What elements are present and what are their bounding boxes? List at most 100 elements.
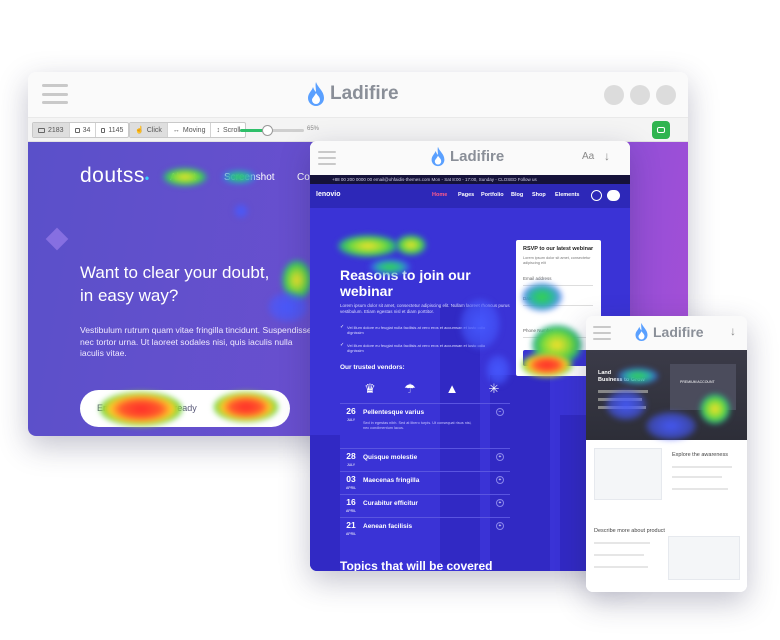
heat-spot	[234, 204, 248, 218]
mobile-hero-title: Land Business to Grow	[598, 370, 645, 383]
submit-button[interactable]	[523, 350, 593, 366]
expand-icon[interactable]: +	[496, 522, 504, 530]
tablet-icon	[74, 127, 80, 133]
vendor-logo-icon: ▲	[445, 381, 459, 396]
agenda-item[interactable]: 16 APRIL Curabitur efficitur +	[340, 494, 510, 516]
date-field[interactable]: Date	[523, 296, 593, 306]
rsvp-subtitle: Lorem ipsum dolor sit amet, consectetur …	[523, 256, 591, 265]
hero-button[interactable]	[598, 398, 642, 401]
product-screenshot	[668, 536, 740, 580]
device-mobile-button[interactable]: 1145	[96, 123, 128, 137]
tablet-site-preview: +88 00 200 0000 00 email@ohfaidis-themes…	[310, 175, 630, 571]
ladifire-logo: Ladifire	[306, 81, 399, 107]
font-size-icon[interactable]: Aa	[582, 151, 594, 162]
hero-button[interactable]	[598, 406, 646, 409]
agenda-title: Maecenas fringilla	[363, 477, 420, 484]
text-line	[594, 566, 648, 568]
nav-pages[interactable]: Pages	[458, 192, 474, 198]
window-button-2[interactable]	[630, 85, 650, 105]
opacity-slider-handle[interactable]	[262, 125, 273, 136]
check-item: Vel illum dolore eu feugiat nulla facili…	[340, 325, 500, 335]
decor-diamond	[45, 227, 69, 251]
search-icon[interactable]	[591, 190, 602, 201]
heat-spot	[338, 235, 398, 257]
text-line	[672, 488, 728, 490]
mobile-hero: Land Business to Grow PREMIUM ACCOUNT	[586, 350, 747, 440]
nav-more[interactable]: Co	[297, 172, 310, 183]
ladifire-logo: Ladifire	[430, 146, 504, 167]
vendor-logo-icon: ♛	[364, 381, 376, 396]
vendor-logo-icon: ✳	[488, 381, 500, 396]
section-title: Describe more about product	[594, 528, 665, 534]
window-button-1[interactable]	[604, 85, 624, 105]
agenda-title: Pellentesque varius	[363, 409, 425, 416]
mode-moving-button[interactable]: ↔ Moving	[168, 123, 212, 137]
camera-button[interactable]	[652, 121, 670, 139]
nav-about[interactable]: About	[170, 172, 196, 183]
vendors-title: Our trusted vendors:	[340, 364, 405, 371]
heat-spot	[396, 235, 426, 255]
nav-home[interactable]: Home	[432, 192, 447, 198]
expand-icon[interactable]: +	[496, 476, 504, 484]
moving-icon: ↔	[172, 126, 180, 134]
webinar-description: Lorem ipsum dolor sit amet, consectetur …	[340, 303, 510, 314]
expand-icon[interactable]: +	[496, 453, 504, 461]
agenda-item[interactable]: 21 APRIL Aenean facilisis +	[340, 517, 510, 539]
opacity-value: 65%	[307, 126, 320, 132]
desktop-titlebar: Ladifire	[28, 72, 688, 118]
nav-blog[interactable]: Blog	[511, 192, 523, 198]
rsvp-title: RSVP to our latest webinar	[523, 246, 594, 252]
desktop-icon	[38, 127, 45, 133]
window-button-3[interactable]	[656, 85, 676, 105]
nav-screenshot[interactable]: Screenshot	[224, 172, 275, 183]
menu-icon[interactable]	[593, 326, 611, 340]
nav-elements[interactable]: Elements	[555, 192, 579, 198]
flame-icon	[308, 82, 324, 106]
city-background	[310, 435, 340, 571]
site-brand: doutss•	[80, 164, 150, 187]
device-tablet-button[interactable]: 34	[70, 123, 97, 137]
flame-icon	[635, 323, 648, 341]
check-item: Vel illum dolore eu feugiat nulla facili…	[340, 343, 500, 353]
mode-filter: ☝ Click ↔ Moving ↕ Scroll	[129, 122, 247, 138]
heatmap-toolbar: 2183 34 1145 ☝ Click ↔ Moving ↕ Scroll 65%	[28, 118, 688, 142]
agenda-item[interactable]: 28 JULY Quisque molestie +	[340, 448, 510, 470]
agenda-date: 26 JULY	[346, 406, 356, 423]
download-icon[interactable]: ↓	[730, 324, 736, 338]
mobile-titlebar: Ladifire ↓	[586, 316, 747, 350]
hero-title: Want to clear your doubt, in easy way?	[80, 263, 270, 305]
agenda-title: Quisque molestie	[363, 454, 418, 461]
agenda-title: Aenean facilisis	[363, 523, 413, 530]
mobile-icon	[101, 127, 106, 133]
scroll-icon: ↕	[216, 126, 220, 134]
site-topbar: +88 00 200 0000 00 email@ohfaidis-themes…	[310, 175, 630, 184]
hero-graphic	[670, 364, 736, 410]
mobile-preview-window: Ladifire ↓ Land Business to Grow PREMIUM …	[586, 316, 747, 592]
vendor-logo-icon: ☂	[404, 381, 416, 396]
download-icon[interactable]: ↓	[604, 149, 610, 163]
phone-field[interactable]: Phone Number	[523, 328, 593, 338]
agenda-date: 21 APRIL	[345, 520, 357, 537]
collapse-icon[interactable]: −	[496, 408, 504, 416]
device-desktop-button[interactable]: 2183	[33, 123, 70, 137]
expand-icon[interactable]: +	[496, 499, 504, 507]
site-brand: Ienovio	[316, 191, 341, 198]
text-line	[672, 476, 722, 478]
nav-portfolio[interactable]: Portfolio	[481, 192, 504, 198]
menu-icon[interactable]	[42, 84, 68, 104]
menu-icon[interactable]	[318, 151, 336, 165]
flame-icon	[431, 146, 445, 167]
hero-button[interactable]	[598, 390, 648, 393]
tablet-titlebar: Ladifire Aa ↓	[310, 141, 630, 175]
ladifire-logo: Ladifire	[634, 322, 704, 342]
email-field[interactable]: Email address	[523, 276, 593, 286]
nav-shop[interactable]: Shop	[532, 192, 546, 198]
email-signup-input[interactable]: Email me when it's ready	[80, 390, 290, 427]
agenda-date: 03 APRIL	[345, 474, 357, 491]
agenda-title: Curabitur efficitur	[363, 500, 418, 507]
camera-icon	[657, 127, 665, 133]
menu-button[interactable]	[607, 190, 620, 201]
tablet-preview-window: Ladifire Aa ↓ +88 00 200 0000 00 email@o…	[310, 141, 630, 571]
agenda-item[interactable]: 03 APRIL Maecenas fringilla +	[340, 471, 510, 493]
mode-click-button[interactable]: ☝ Click	[130, 123, 168, 137]
